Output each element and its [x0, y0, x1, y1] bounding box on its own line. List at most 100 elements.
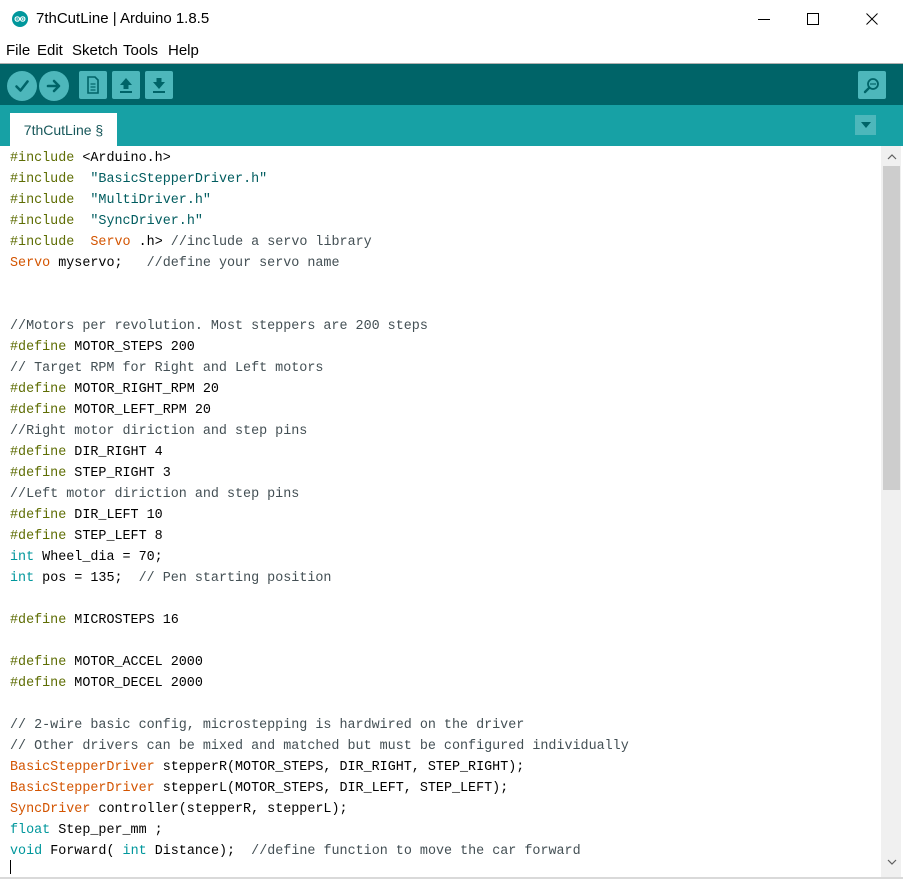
code-token: #include — [10, 151, 75, 166]
save-icon — [153, 78, 165, 93]
code-token: #define — [10, 466, 67, 481]
code-line: // Target RPM for Right and Left motors — [10, 358, 323, 379]
code-token: MOTOR_DECEL 2000 — [74, 676, 203, 691]
code-token: DIR_RIGHT 4 — [74, 445, 163, 460]
code-line: //Left motor diriction and step pins — [10, 484, 299, 505]
open-sketch-button[interactable] — [112, 71, 140, 99]
code-token: #define — [10, 403, 67, 418]
code-line: //Right motor diriction and step pins — [10, 421, 307, 442]
verify-icon — [15, 80, 29, 92]
code-line: #include Servo .h> //include a servo lib… — [10, 232, 372, 253]
scrollbar-thumb[interactable] — [883, 166, 900, 490]
code-token: SyncDriver — [10, 802, 91, 817]
menu-tools[interactable]: Tools — [123, 42, 158, 59]
new-sketch-button[interactable] — [79, 71, 107, 99]
scroll-up-button[interactable] — [883, 148, 900, 165]
minimize-button[interactable] — [741, 0, 787, 38]
maximize-button[interactable] — [790, 0, 836, 38]
code-token: BasicStepperDriver — [10, 760, 155, 775]
code-line: float Step_per_mm ; — [10, 820, 163, 841]
code-token: #define — [10, 340, 67, 355]
title-bar: 7thCutLine | Arduino 1.8.5 — [0, 0, 903, 38]
code-token: #define — [10, 613, 67, 628]
code-token: MICROSTEPS 16 — [74, 613, 179, 628]
code-token: "BasicStepperDriver.h" — [90, 172, 268, 187]
code-line: Servo myservo; //define your servo name — [10, 253, 340, 274]
close-button[interactable] — [849, 0, 895, 38]
upload-button[interactable] — [39, 71, 69, 101]
code-token: //Left motor diriction and step pins — [10, 487, 300, 502]
toolbar — [0, 63, 903, 105]
new-icon — [87, 76, 99, 94]
menu-help[interactable]: Help — [168, 42, 199, 59]
code-line: void Forward( int Distance); //define fu… — [10, 841, 581, 862]
code-token: DIR_LEFT 10 — [74, 508, 163, 523]
code-line: #define MOTOR_STEPS 200 — [10, 337, 195, 358]
code-line: int pos = 135; // Pen starting position — [10, 568, 331, 589]
code-token: MOTOR_LEFT_RPM 20 — [74, 403, 211, 418]
code-token: Forward( — [50, 844, 115, 859]
code-line: BasicStepperDriver stepperR(MOTOR_STEPS,… — [10, 757, 524, 778]
text-cursor — [10, 860, 11, 874]
code-token: "SyncDriver.h" — [90, 214, 203, 229]
scroll-down-button[interactable] — [883, 853, 900, 870]
code-token: stepperR(MOTOR_STEPS, DIR_RIGHT, STEP_RI… — [162, 760, 525, 775]
code-line: #define MOTOR_DECEL 2000 — [10, 673, 203, 694]
code-editor[interactable]: #include <Arduino.h> #include "BasicStepp… — [0, 146, 881, 877]
code-token: Step_per_mm ; — [58, 823, 163, 838]
save-sketch-button[interactable] — [145, 71, 173, 99]
close-icon — [866, 13, 878, 25]
code-token: "MultiDriver.h" — [90, 193, 211, 208]
code-token: pos = 135; — [42, 571, 131, 586]
code-token: //include a servo library — [170, 235, 372, 250]
code-token: // Target RPM for Right and Left motors — [10, 361, 324, 376]
code-line: #define MICROSTEPS 16 — [10, 610, 179, 631]
code-token: #define — [10, 655, 67, 670]
code-token: int — [10, 550, 35, 565]
window-title: 7thCutLine | Arduino 1.8.5 — [36, 10, 210, 27]
code-token: MOTOR_STEPS 200 — [74, 340, 195, 355]
code-line: #define DIR_RIGHT 4 — [10, 442, 163, 463]
code-token: //define your servo name — [146, 256, 340, 271]
chevron-down-icon — [860, 122, 871, 128]
code-token: Distance); — [154, 844, 244, 859]
code-token: float — [10, 823, 51, 838]
code-token: controller(stepperR, stepperL); — [98, 802, 348, 817]
menu-edit[interactable]: Edit — [37, 42, 63, 59]
code-token: stepperL(MOTOR_STEPS, DIR_LEFT, STEP_LEF… — [162, 781, 509, 796]
code-token: Wheel_dia = 70; — [42, 550, 163, 565]
code-token: int — [122, 844, 147, 859]
code-token: // Pen starting position — [138, 571, 332, 586]
verify-button[interactable] — [7, 71, 37, 101]
arduino-logo-icon — [12, 11, 28, 27]
menu-file[interactable]: File — [6, 42, 30, 59]
maximize-icon — [807, 13, 819, 25]
code-token: #define — [10, 508, 67, 523]
tab-menu-button[interactable] — [855, 115, 876, 135]
tab-bar: 7thCutLine § — [0, 105, 903, 146]
code-token: Servo — [10, 256, 51, 271]
code-token: #define — [10, 529, 67, 544]
code-line: #define MOTOR_LEFT_RPM 20 — [10, 400, 211, 421]
code-line: #define MOTOR_ACCEL 2000 — [10, 652, 203, 673]
open-icon — [120, 78, 132, 93]
minimize-icon — [758, 19, 770, 20]
code-line: SyncDriver controller(stepperR, stepperL… — [10, 799, 348, 820]
tab-7thcutline[interactable]: 7thCutLine § — [10, 113, 117, 146]
code-line: // Other drivers can be mixed and matche… — [10, 736, 629, 757]
chevron-down-icon — [887, 859, 896, 865]
code-line: // 2-wire basic config, microstepping is… — [10, 715, 524, 736]
code-line: #include "SyncDriver.h" — [10, 211, 203, 232]
menu-bar: File Edit Sketch Tools Help — [0, 38, 903, 62]
code-token: // 2-wire basic config, microstepping is… — [10, 718, 525, 733]
code-token: //Right motor diriction and step pins — [10, 424, 308, 439]
code-token: #include — [10, 214, 75, 229]
code-token: MOTOR_ACCEL 2000 — [74, 655, 203, 670]
menu-sketch[interactable]: Sketch — [72, 42, 118, 59]
code-token: int — [10, 571, 35, 586]
code-line: #define STEP_RIGHT 3 — [10, 463, 171, 484]
code-token: #include — [10, 193, 75, 208]
code-token: //define function to move the car forwar… — [251, 844, 581, 859]
code-line: #define DIR_LEFT 10 — [10, 505, 163, 526]
serial-monitor-button[interactable] — [858, 71, 886, 99]
